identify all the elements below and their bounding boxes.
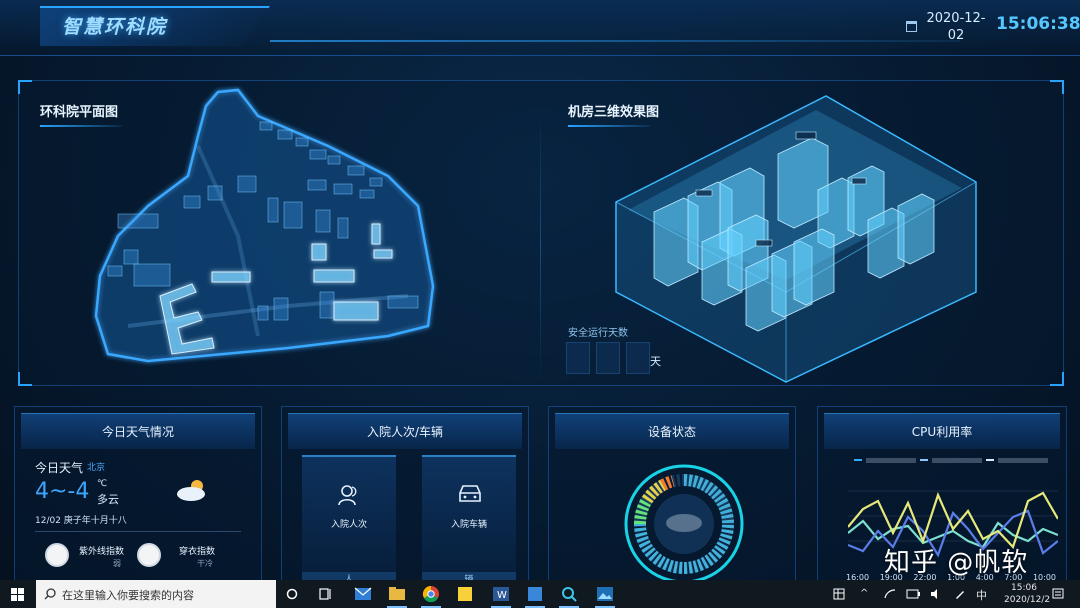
- partly-cloudy-icon: [177, 480, 205, 501]
- device-status-card: 设备状态: [548, 406, 796, 590]
- pen-ink-icon[interactable]: [954, 588, 966, 600]
- app-title: 智慧环科院: [62, 16, 168, 38]
- volume-icon[interactable]: [930, 588, 942, 600]
- uv-index-value: 弱: [113, 559, 121, 568]
- device-status-title: 设备状态: [647, 425, 696, 439]
- header-decor-line: [270, 40, 960, 42]
- taskbar-search-box[interactable]: 在这里输入你要搜索的内容: [36, 580, 276, 608]
- file-explorer-icon[interactable]: [384, 583, 410, 608]
- weather-divider: [35, 531, 241, 532]
- device-status-gauge: [624, 464, 744, 584]
- sticky-notes-icon[interactable]: [452, 583, 478, 605]
- legend-swatch: [854, 459, 862, 461]
- safety-digit: [596, 342, 620, 374]
- weather-card: 今日天气情况 今日天气 北京 4~-4 ℃ 多云 12/02 庚子年十月十八 紫…: [14, 406, 262, 590]
- vehicle-count-label: 入院车辆: [450, 520, 487, 530]
- taskbar-date: 2020/12/2: [1004, 595, 1051, 605]
- visitor-count-label: 入院人次: [330, 520, 367, 530]
- server-room-3d[interactable]: [606, 92, 986, 384]
- search-app-icon[interactable]: [556, 583, 582, 608]
- frame-corner: [1050, 372, 1064, 386]
- floorplan-graphic: [94, 88, 435, 363]
- header-bar: 智慧环科院 2020-12-02 15:06:38: [0, 0, 1080, 56]
- word-icon[interactable]: W: [488, 583, 514, 608]
- legend-item[interactable]: [932, 458, 982, 463]
- weather-temperature: 4~-4: [35, 479, 90, 504]
- photos-app-icon[interactable]: [592, 583, 618, 608]
- card-header: CPU利用率: [824, 413, 1060, 449]
- visitors-card-title: 入院人次/车辆: [366, 425, 444, 439]
- battery-icon[interactable]: [906, 589, 920, 599]
- calendar-icon: [906, 21, 917, 32]
- weather-today-label: 今日天气: [35, 461, 84, 475]
- legend-item[interactable]: [866, 458, 916, 463]
- safety-days-counter: [566, 342, 650, 374]
- legend-item[interactable]: [998, 458, 1048, 463]
- visitor-count-tile[interactable]: 入院人次 人: [302, 455, 396, 588]
- car-icon: [459, 485, 481, 502]
- card-header: 设备状态: [555, 413, 789, 449]
- header-time: 15:06:38: [996, 14, 1080, 34]
- weather-city[interactable]: 北京: [87, 460, 105, 473]
- visitors-card: 入院人次/车辆 入院人次 人 入院车辆 辆: [281, 406, 529, 590]
- uv-index-label: 紫外线指数: [79, 547, 125, 557]
- legend-swatch: [920, 459, 928, 461]
- vehicle-count-tile[interactable]: 入院车辆 辆: [422, 455, 516, 588]
- safety-digit: [566, 342, 590, 374]
- panel-divider: [540, 112, 541, 382]
- clothing-index-value: 干冷: [197, 559, 213, 568]
- people-icon: [338, 485, 357, 506]
- chrome-icon[interactable]: [418, 583, 444, 608]
- cpu-usage-title: CPU利用率: [911, 425, 973, 439]
- taskbar-time: 15:06: [1011, 583, 1037, 593]
- search-icon: [44, 588, 56, 600]
- watermark: 知乎 @帆软: [884, 548, 1029, 578]
- windows-start-icon[interactable]: [11, 588, 24, 601]
- cortana-icon[interactable]: [286, 588, 298, 600]
- ime-indicator[interactable]: 中: [976, 587, 987, 603]
- task-view-icon[interactable]: [319, 588, 333, 600]
- tray-chevron-icon[interactable]: ^: [860, 588, 868, 599]
- keyboard-grid-icon[interactable]: [833, 588, 845, 600]
- header-date: 2020-12-02: [926, 11, 986, 43]
- weather-condition: 多云: [97, 493, 119, 506]
- clothing-index-label: 穿衣指数: [179, 547, 216, 557]
- legend-swatch: [986, 459, 994, 461]
- app-icon-blue[interactable]: [522, 583, 548, 608]
- taskbar: 在这里输入你要搜索的内容 W ^ 中 15:06 2020/12/2: [0, 580, 1080, 608]
- notification-center-icon[interactable]: [1052, 588, 1064, 600]
- network-icon[interactable]: [884, 588, 896, 600]
- mail-app-icon[interactable]: [350, 583, 376, 605]
- frame-corner: [18, 372, 32, 386]
- weather-card-title: 今日天气情况: [101, 425, 174, 439]
- clothing-index-icon: [137, 543, 161, 567]
- safety-days-label: 安全运行天数: [568, 328, 628, 339]
- weather-temp-unit: ℃: [97, 479, 108, 489]
- server-room-graphic: [615, 95, 977, 383]
- campus-floorplan[interactable]: [88, 86, 444, 376]
- card-header: 今日天气情况: [21, 413, 255, 449]
- weather-date-lunar: 12/02 庚子年十月十八: [35, 516, 127, 526]
- svg-text:W: W: [497, 590, 507, 601]
- card-header: 入院人次/车辆: [288, 413, 522, 449]
- taskbar-search-placeholder: 在这里输入你要搜索的内容: [62, 589, 194, 602]
- taskbar-clock[interactable]: 15:06 2020/12/2: [1004, 582, 1051, 606]
- frame-corner: [1050, 80, 1064, 94]
- safety-days-unit: 天: [650, 355, 661, 368]
- uv-index-icon: [45, 543, 69, 567]
- frame-corner: [18, 80, 32, 94]
- safety-digit: [626, 342, 650, 374]
